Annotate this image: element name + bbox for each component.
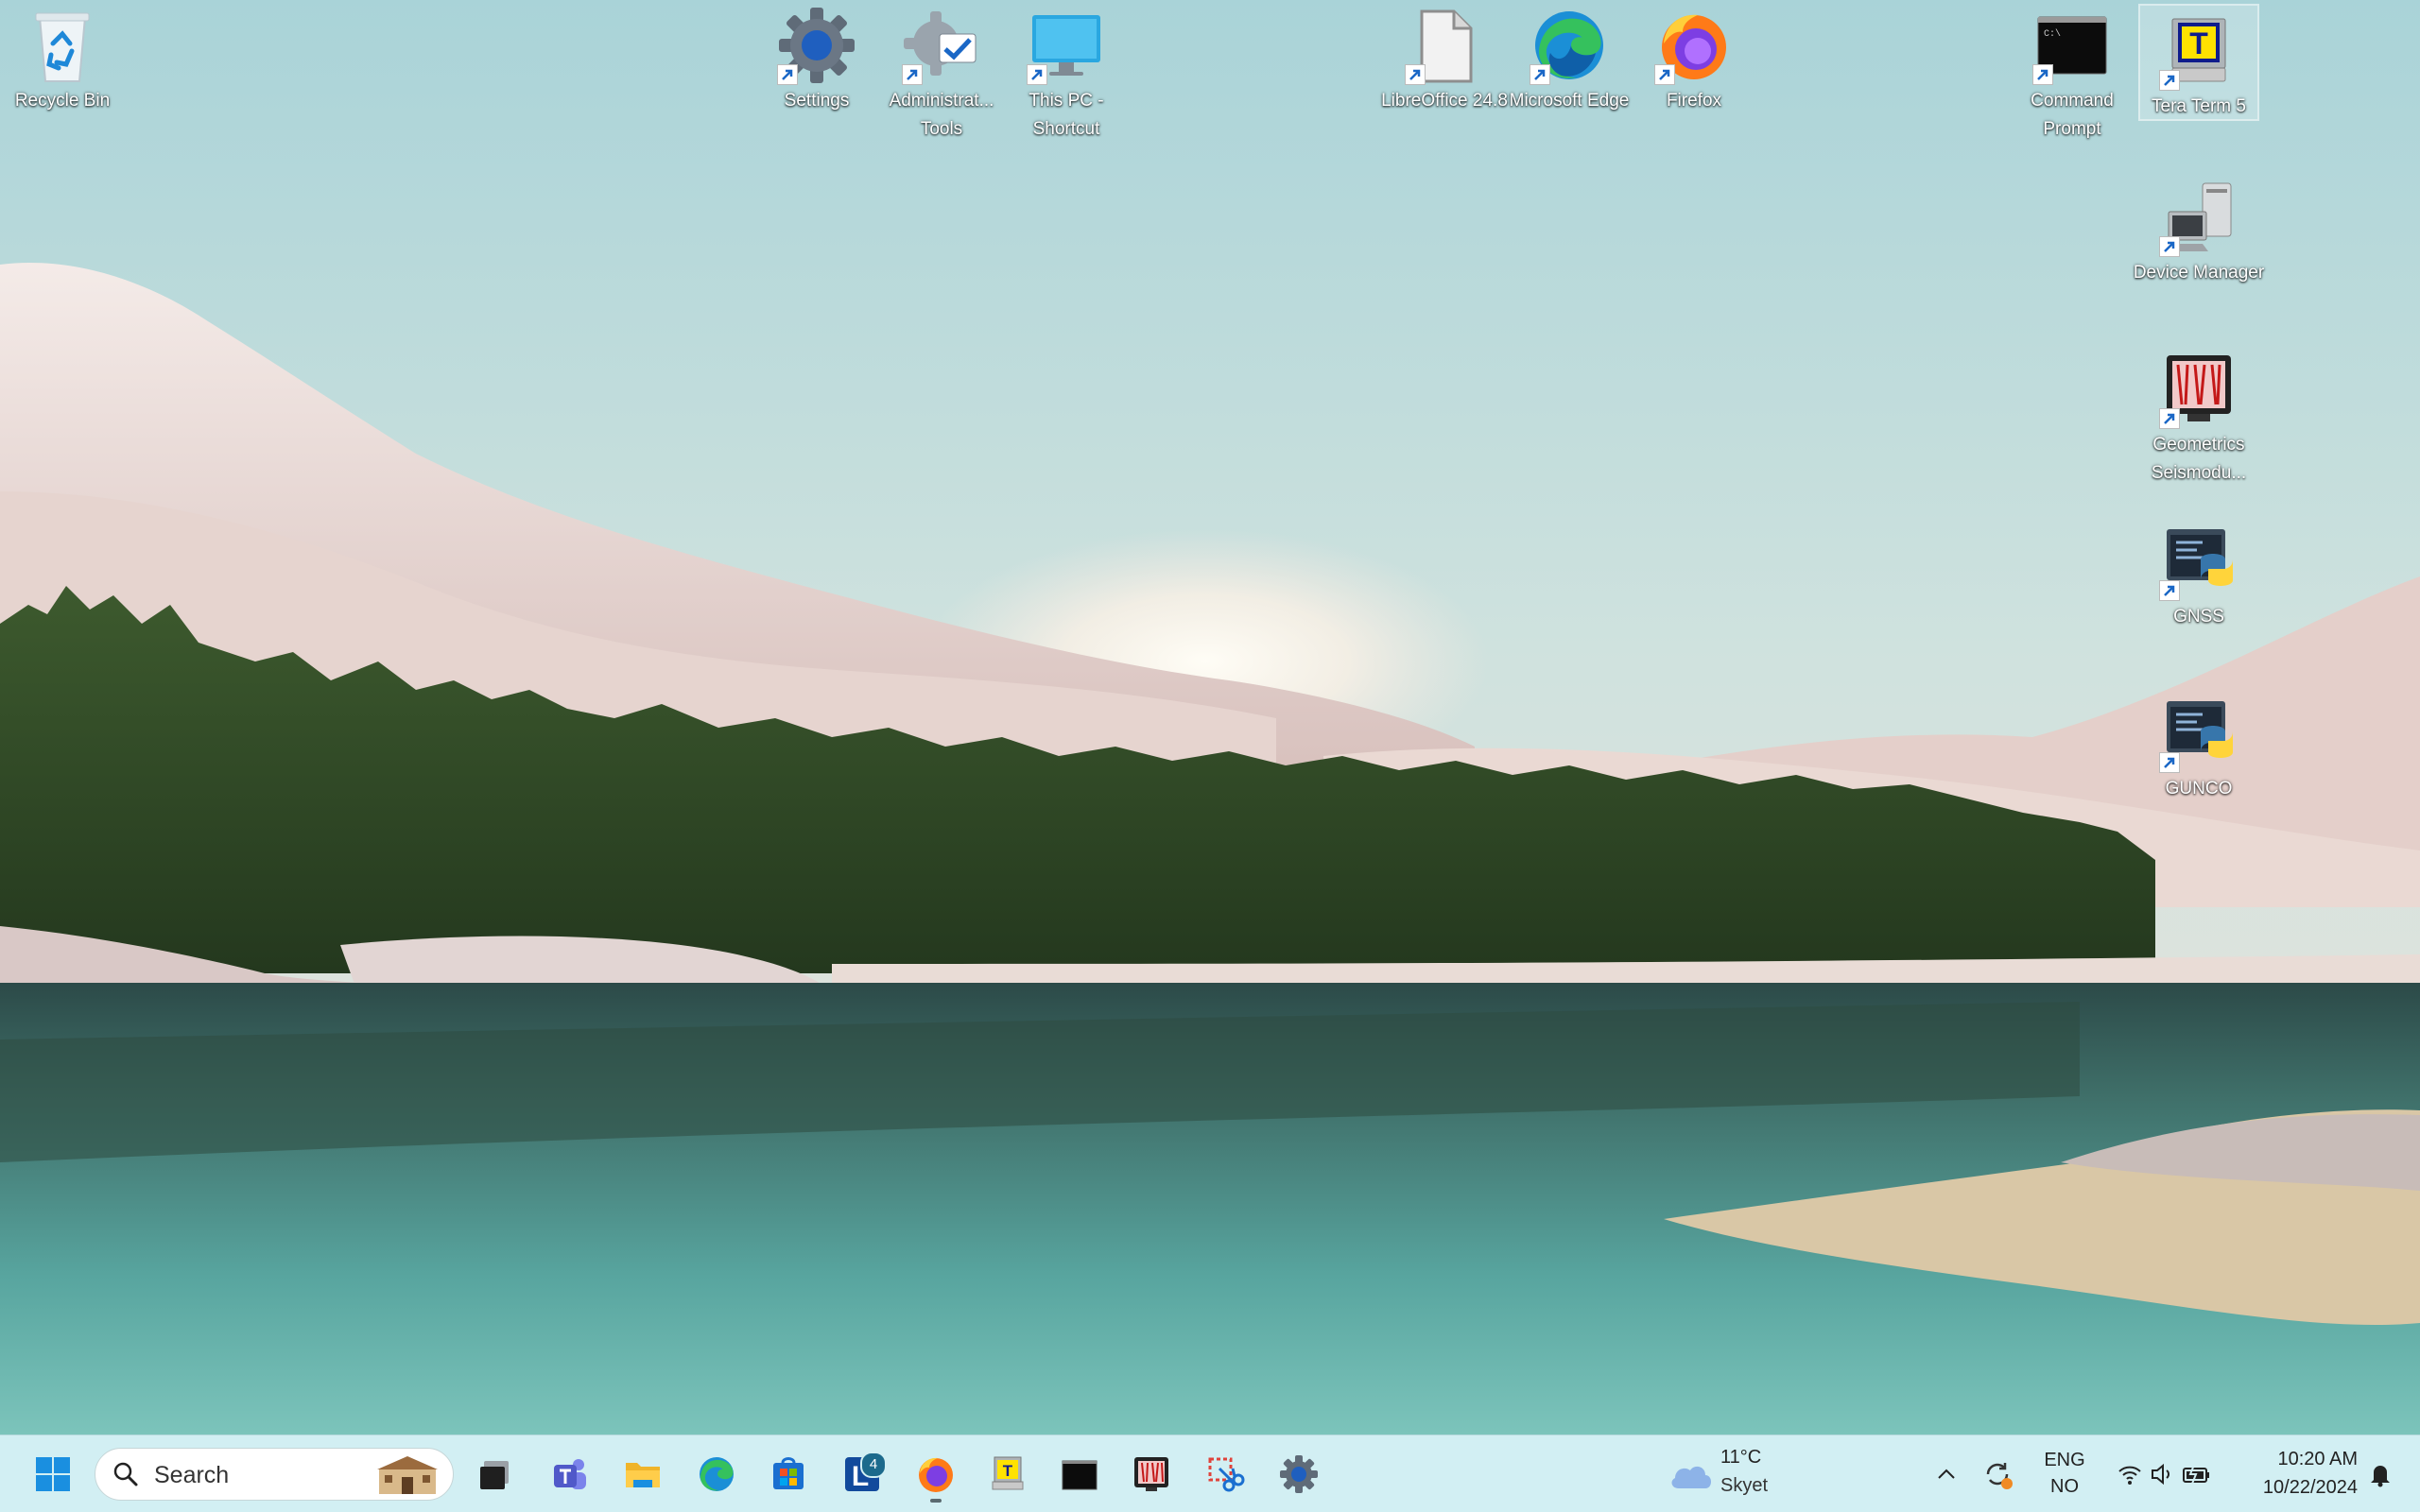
- snipping-tool-icon: [1208, 1457, 1245, 1492]
- shortcut-arrow-icon: [2032, 64, 2053, 85]
- edge-button[interactable]: [690, 1450, 743, 1499]
- teraterm-icon: T: [992, 1456, 1024, 1490]
- snipping-tool-button[interactable]: [1199, 1450, 1252, 1499]
- clock-date: 10/22/2024: [2262, 1477, 2358, 1498]
- start-button[interactable]: [26, 1450, 79, 1499]
- store-icon: [773, 1457, 804, 1489]
- shortcut-arrow-icon: [2159, 408, 2180, 429]
- battery-charging-icon: [2183, 1464, 2209, 1485]
- svg-text:T: T: [1003, 1462, 1013, 1480]
- shortcut-arrow-icon: [1654, 64, 1675, 85]
- terminal-icon: [1062, 1460, 1098, 1490]
- bell-icon: [2371, 1466, 2390, 1487]
- cloud-icon: [1671, 1466, 1711, 1488]
- task-view-icon: [480, 1461, 509, 1489]
- svg-text:C:\: C:\: [2044, 28, 2061, 40]
- settings-button[interactable]: [1272, 1450, 1325, 1499]
- firefox-button[interactable]: [909, 1450, 962, 1503]
- desktop-icon-geometrics[interactable]: Geometrics Seismodu...: [2138, 344, 2259, 488]
- weather-description: Skyet: [1720, 1475, 1769, 1496]
- notification-badge: 4: [860, 1452, 887, 1478]
- firefox-icon: [919, 1457, 953, 1492]
- shortcut-arrow-icon: [2159, 580, 2180, 601]
- volume-icon: [2152, 1463, 2169, 1486]
- desktop-icon-label: Geometrics Seismodu...: [2151, 435, 2247, 483]
- shortcut-arrow-icon: [2159, 752, 2180, 773]
- edge-icon: [700, 1457, 734, 1491]
- shortcut-arrow-icon: [777, 64, 798, 85]
- windows-logo-icon: [36, 1457, 70, 1491]
- teams-icon: [554, 1459, 586, 1489]
- shortcut-arrow-icon: [1027, 64, 1047, 85]
- language-indicator[interactable]: ENG NO: [2038, 1447, 2091, 1500]
- folder-icon: [626, 1463, 660, 1487]
- clock-time: 10:20 AM: [2277, 1449, 2358, 1469]
- desktop-icon-settings[interactable]: Settings: [756, 0, 877, 115]
- launcher-app-button[interactable]: L 4: [836, 1450, 889, 1499]
- desktop-icon-this-pc[interactable]: This PC - Shortcut: [1006, 0, 1127, 144]
- search-placeholder: Search: [154, 1462, 230, 1488]
- shortcut-arrow-icon: [2159, 236, 2180, 257]
- chevron-up-icon: [1938, 1469, 1955, 1479]
- desktop-icon-gnss[interactable]: GNSS: [2138, 516, 2259, 631]
- teraterm-button[interactable]: T: [981, 1450, 1034, 1499]
- store-button[interactable]: [762, 1450, 815, 1499]
- wifi-icon: [2118, 1466, 2141, 1485]
- show-hidden-icons-button[interactable]: [1925, 1450, 1968, 1499]
- keyboard-layout: NO: [2050, 1476, 2079, 1497]
- desktop-icon-edge[interactable]: Microsoft Edge: [1509, 0, 1630, 115]
- network-volume-battery-button[interactable]: [2104, 1450, 2223, 1499]
- desktop-icon-libreoffice[interactable]: LibreOffice 24.8: [1381, 0, 1508, 115]
- desktop-icon-label: This PC - Shortcut: [1028, 91, 1104, 139]
- desktop-icon-teraterm[interactable]: T Tera Term 5: [2138, 4, 2259, 121]
- taskbar-search-box[interactable]: Search: [95, 1448, 454, 1501]
- desktop-icon-label: Settings: [784, 91, 850, 111]
- desktop-icon-recycle-bin[interactable]: Recycle Bin: [2, 0, 123, 115]
- desktop-icon-gunco[interactable]: GUNCO: [2138, 688, 2259, 803]
- shortcut-arrow-icon: [902, 64, 923, 85]
- desktop-icon-cmd[interactable]: C:\ Command Prompt: [2012, 0, 2133, 144]
- desktop-icon-label: Tera Term 5: [2152, 96, 2246, 116]
- desktop-icon-label: LibreOffice 24.8: [1381, 91, 1508, 111]
- notifications-button[interactable]: [2360, 1450, 2401, 1499]
- weather-widget[interactable]: 11°C Skyet: [1666, 1443, 1817, 1505]
- desktop-icon-label: Firefox: [1666, 91, 1722, 111]
- desktop-icon-label: Device Manager: [2133, 263, 2265, 283]
- shortcut-arrow-icon: [2159, 70, 2180, 91]
- geometrics-button[interactable]: [1125, 1450, 1178, 1499]
- desktop-icon-label: GUNCO: [2165, 779, 2233, 799]
- command-prompt-button[interactable]: [1053, 1450, 1106, 1499]
- desktop-icon-admin-tools[interactable]: Administrat... Tools: [881, 0, 1002, 144]
- system-clock[interactable]: 10:20 AM 10/22/2024: [2263, 1445, 2358, 1502]
- sync-icon: [1986, 1463, 2013, 1489]
- language-code: ENG: [2044, 1450, 2085, 1470]
- desktop-icon-label: Command Prompt: [2031, 91, 2114, 139]
- shortcut-arrow-icon: [1405, 64, 1426, 85]
- teams-button[interactable]: [543, 1450, 596, 1499]
- svg-text:T: T: [2189, 26, 2208, 60]
- desktop-icon-label: GNSS: [2173, 607, 2224, 627]
- sync-tray-button[interactable]: [1976, 1450, 2019, 1499]
- weather-temperature: 11°C: [1720, 1447, 1762, 1468]
- shortcut-arrow-icon: [1530, 64, 1550, 85]
- desktop-icon-firefox[interactable]: Firefox: [1634, 0, 1754, 115]
- taskbar: Search L 4 T 11°C Skyet ENG NO 10:20 AM …: [0, 1435, 2420, 1512]
- search-icon: [113, 1462, 138, 1486]
- seismograph-icon: [1134, 1457, 1168, 1491]
- recycle-bin-icon: [35, 12, 90, 82]
- gear-icon: [1280, 1455, 1318, 1493]
- desktop-icon-device-manager[interactable]: Device Manager: [2134, 172, 2264, 287]
- desktop-wallpaper: [0, 0, 2420, 1435]
- desktop-icon-label: Administrat... Tools: [889, 91, 994, 139]
- desktop-icon-label: Recycle Bin: [14, 91, 111, 111]
- file-explorer-button[interactable]: [616, 1450, 669, 1499]
- running-indicator: [930, 1499, 942, 1503]
- task-view-button[interactable]: [469, 1450, 522, 1499]
- search-highlight-building-icon: [377, 1456, 438, 1494]
- desktop-icon-label: Microsoft Edge: [1509, 91, 1630, 111]
